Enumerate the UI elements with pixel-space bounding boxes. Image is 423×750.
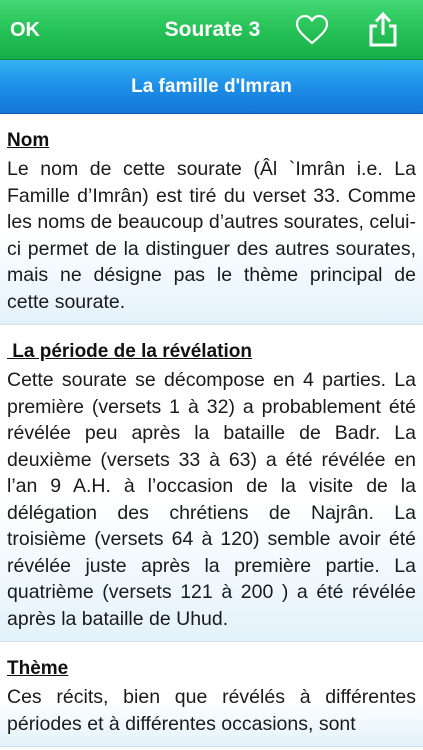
- section-nom: Nom Le nom de cette sourate (Âl `Imrân i…: [0, 114, 423, 325]
- section-text: Le nom de cette sourate (Âl `Imrân i.e. …: [7, 158, 416, 313]
- share-button[interactable]: [368, 11, 398, 47]
- section-revelation-period: La période de la révélation Cette sourat…: [0, 325, 423, 642]
- surah-name-bar: La famille d'Imran: [0, 60, 423, 114]
- ok-button[interactable]: OK: [10, 14, 40, 46]
- section-heading: La période de la révélation: [7, 341, 252, 362]
- share-icon: [369, 11, 397, 47]
- favorite-button[interactable]: [295, 13, 329, 47]
- heart-outline-icon: [295, 14, 329, 45]
- top-navigation-bar: OK Sourate 3: [0, 0, 423, 60]
- section-theme: Thème Ces récits, bien que révélés à dif…: [0, 642, 423, 747]
- section-text: Ces récits, bien que révélés à différent…: [7, 686, 416, 735]
- page-title: Sourate 3: [164, 18, 261, 41]
- surah-info-content[interactable]: Nom Le nom de cette sourate (Âl `Imrân i…: [0, 114, 423, 750]
- surah-name: La famille d'Imran: [131, 76, 292, 97]
- section-text: Cette sourate se décompose en 4 parties.…: [7, 369, 416, 630]
- section-heading: Nom: [7, 130, 50, 151]
- section-heading: Thème: [7, 658, 69, 679]
